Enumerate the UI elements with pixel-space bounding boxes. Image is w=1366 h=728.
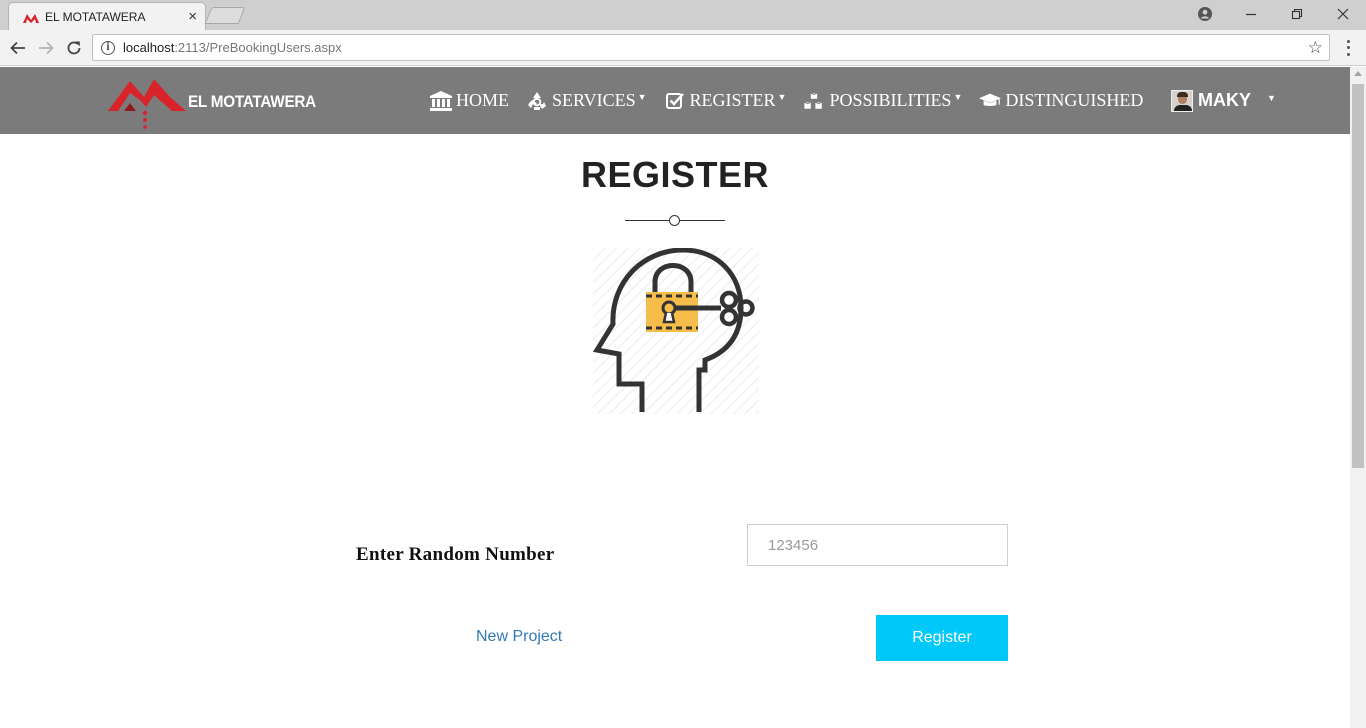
forward-arrow-icon[interactable] xyxy=(34,36,58,60)
scroll-up-icon[interactable] xyxy=(1354,71,1362,76)
random-number-input[interactable] xyxy=(747,524,1008,566)
nav-item-distinguished[interactable]: DISTINGUISHED xyxy=(979,90,1143,111)
new-tab-button[interactable] xyxy=(204,7,246,24)
chevron-down-icon: ▼ xyxy=(953,91,963,102)
tab-close-icon[interactable]: × xyxy=(188,9,197,24)
browser-menu-icon[interactable] xyxy=(1340,38,1356,58)
close-window-icon[interactable] xyxy=(1320,0,1366,28)
browser-tabstrip: EL MOTATAWERA × xyxy=(0,0,1366,30)
nav-label: POSSIBILITIES xyxy=(829,90,952,110)
new-project-link[interactable]: New Project xyxy=(476,628,562,646)
nav-label: SERVICES xyxy=(552,90,636,110)
chevron-down-icon: ▼ xyxy=(637,91,647,102)
bank-icon xyxy=(430,90,452,111)
reload-icon[interactable] xyxy=(62,36,86,60)
page-scrollbar[interactable] xyxy=(1350,67,1366,728)
bookmark-star-icon[interactable]: ☆ xyxy=(1308,38,1323,58)
avatar xyxy=(1171,89,1193,112)
head-lock-key-illustration xyxy=(592,247,759,414)
back-arrow-icon[interactable] xyxy=(6,36,30,60)
checkbox-icon xyxy=(664,91,686,111)
chevron-down-icon: ▼ xyxy=(1267,92,1276,103)
scrollbar-thumb[interactable] xyxy=(1352,84,1364,468)
minimize-icon[interactable] xyxy=(1228,0,1274,28)
recycle-icon xyxy=(526,91,548,111)
address-bar[interactable]: i localhost:2113/PreBookingUsers.aspx ☆ xyxy=(92,34,1330,61)
user-menu[interactable]: MAKY ▼ xyxy=(1171,67,1276,134)
url-host: localhost xyxy=(123,40,175,55)
url-path: :2113/PreBookingUsers.aspx xyxy=(174,40,342,55)
browser-toolbar: i localhost:2113/PreBookingUsers.aspx ☆ xyxy=(0,30,1366,66)
profile-icon[interactable] xyxy=(1182,0,1228,28)
nav-label: REGISTER xyxy=(689,90,776,110)
random-number-label: Enter Random Number xyxy=(356,544,555,565)
register-button[interactable]: Register xyxy=(876,615,1008,661)
nav-item-register[interactable]: REGISTER ▼ xyxy=(664,90,787,111)
user-name: MAKY xyxy=(1198,90,1251,110)
nav-item-services[interactable]: SERVICES ▼ xyxy=(526,90,647,111)
nav-item-home[interactable]: HOME xyxy=(430,90,509,111)
nav-label: DISTINGUISHED xyxy=(1005,90,1144,110)
tab-title: EL MOTATAWERA xyxy=(45,9,146,24)
browser-tab[interactable]: EL MOTATAWERA × xyxy=(8,2,206,30)
site-favicon-icon xyxy=(23,10,39,24)
nav-label: HOME xyxy=(456,90,509,110)
brand-logo[interactable]: EL MOTATAWERA xyxy=(108,73,330,131)
site-navbar: EL MOTATAWERA HOME SERVICES ▼ REGISTER ▼ xyxy=(0,67,1350,134)
cubes-icon xyxy=(803,91,825,111)
brand-mountains-icon xyxy=(108,79,186,129)
brand-name: EL MOTATAWERA xyxy=(188,92,316,111)
nav-item-possibilities[interactable]: POSSIBILITIES ▼ xyxy=(803,90,962,111)
page-title: REGISTER xyxy=(580,154,770,195)
restore-icon[interactable] xyxy=(1274,0,1320,28)
site-info-icon[interactable]: i xyxy=(101,40,115,55)
title-divider xyxy=(625,215,725,227)
graduation-cap-icon xyxy=(979,91,1002,111)
chevron-down-icon: ▼ xyxy=(777,91,787,102)
main-menu: HOME SERVICES ▼ REGISTER ▼ POSSIBILITIES… xyxy=(430,67,1160,134)
